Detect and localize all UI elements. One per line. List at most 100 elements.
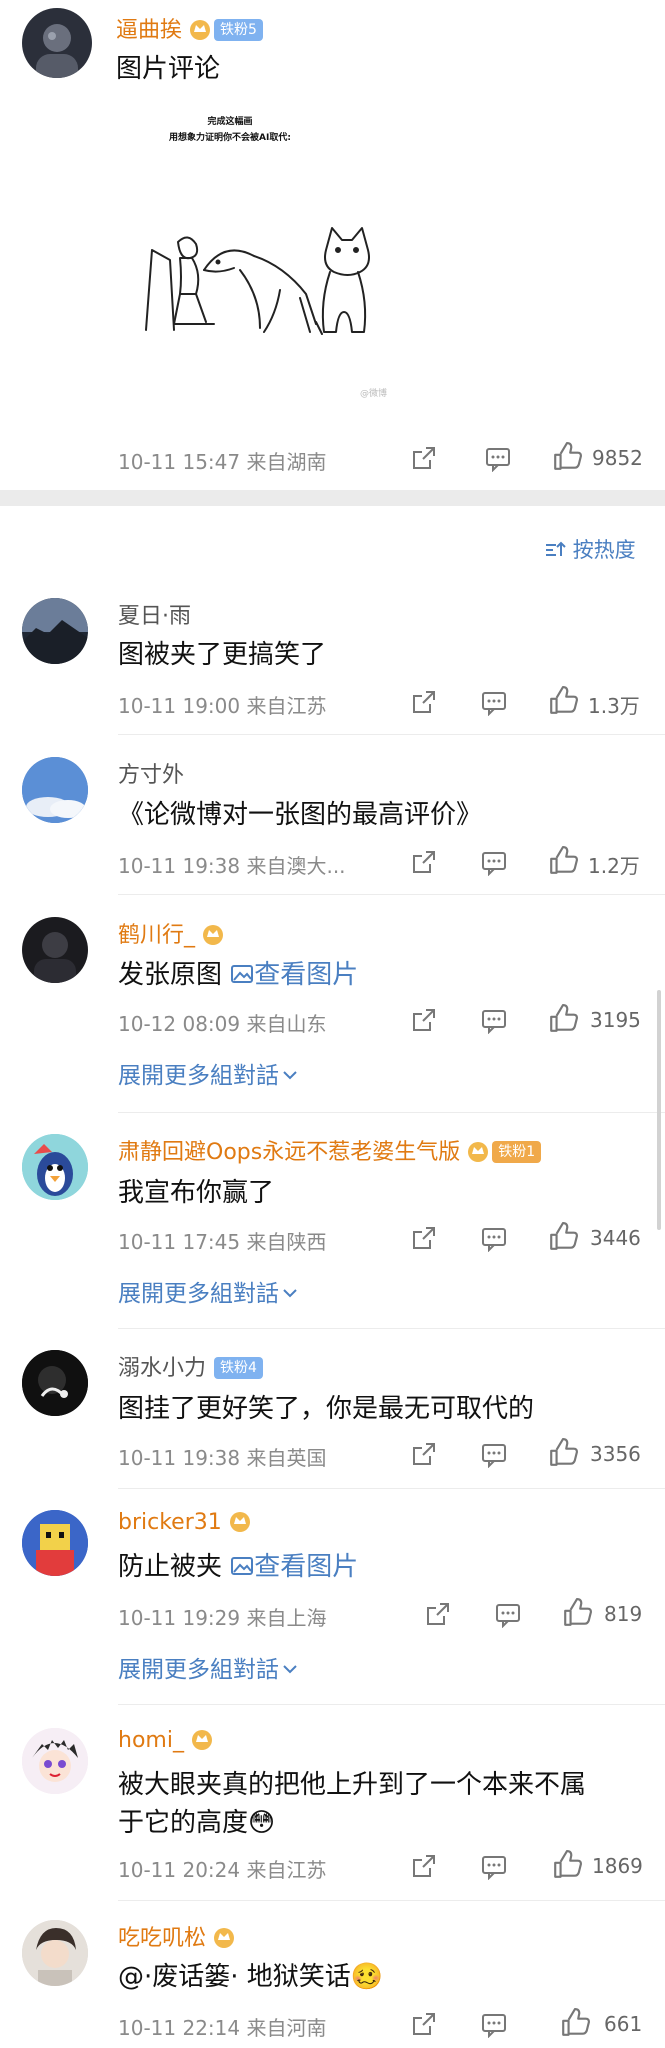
like-icon[interactable]	[548, 1222, 578, 1252]
image-caption-sub: 用想象力证明你不会被AI取代:	[169, 133, 291, 143]
comment-avatar[interactable]	[22, 1134, 88, 1200]
chevron-down-icon	[283, 1071, 297, 1080]
share-icon[interactable]	[410, 2010, 438, 2038]
comment-avatar[interactable]	[22, 1920, 88, 1986]
comment-username[interactable]: 溺水小力 铁粉4	[118, 1350, 263, 1382]
scrollbar[interactable]	[657, 990, 661, 1230]
like-icon[interactable]	[548, 686, 578, 716]
share-icon[interactable]	[410, 1440, 438, 1468]
expand-conversation-link[interactable]: 展開更多組對話	[118, 1274, 299, 1308]
comment-avatar[interactable]	[22, 1728, 88, 1794]
comment-text-body: 发张原图	[118, 960, 223, 990]
crown-icon	[228, 1510, 252, 1532]
comment-username[interactable]: 肃静回避Oops永远不惹老婆生气版 铁粉1	[118, 1134, 542, 1166]
comment-username[interactable]: 鹤川行_	[118, 917, 225, 949]
comment-text-line2: 于它的高度😳	[118, 1808, 276, 1838]
comment-divider	[118, 1704, 665, 1705]
comment-icon[interactable]	[480, 1440, 508, 1468]
comment-username[interactable]: 夏日·雨	[118, 598, 191, 630]
comment-avatar[interactable]	[22, 598, 88, 664]
comment-username[interactable]: bricker31	[118, 1510, 252, 1535]
post-author-name[interactable]: 逼曲挨 铁粉5	[116, 12, 263, 44]
expand-label[interactable]: 展開更多組對話	[118, 1281, 279, 1307]
comment-meta: 10-11 22:14 来自河南	[118, 2016, 327, 2040]
fan-badge: 铁粉1	[492, 1141, 542, 1163]
like-count: 3446	[590, 1226, 641, 1250]
like-icon[interactable]	[552, 442, 582, 472]
like-icon[interactable]	[562, 1598, 592, 1628]
comment-text-body: 防止被夹	[118, 1552, 223, 1582]
original-post: 逼曲挨 铁粉5 图片评论 完成这幅画 用想象力证明你不会被AI取代: @微博 1…	[0, 0, 665, 490]
crown-icon	[466, 1140, 490, 1162]
comment-icon[interactable]	[480, 1224, 508, 1252]
comment-divider	[118, 1900, 665, 1901]
like-count: 1.2万	[588, 854, 640, 878]
like-icon[interactable]	[552, 1850, 582, 1880]
expand-label[interactable]: 展開更多組對話	[118, 1063, 279, 1089]
comment-avatar[interactable]	[22, 1510, 88, 1576]
share-icon[interactable]	[410, 848, 438, 876]
view-image-label[interactable]: 查看图片	[254, 960, 358, 990]
comment-username[interactable]: 方寸外	[118, 757, 184, 789]
share-icon[interactable]	[410, 688, 438, 716]
comment-divider	[118, 1488, 665, 1489]
view-image-link[interactable]: 查看图片	[230, 1552, 358, 1582]
like-count: 3356	[590, 1442, 641, 1466]
like-count: 661	[604, 2012, 643, 2036]
comment-username-text[interactable]: bricker31	[118, 1510, 222, 1535]
comment-meta: 10-11 17:45 来自陕西	[118, 1230, 327, 1254]
like-icon[interactable]	[548, 1004, 578, 1034]
share-icon[interactable]	[410, 1224, 438, 1252]
share-icon[interactable]	[410, 1006, 438, 1034]
comment-avatar[interactable]	[22, 1350, 88, 1416]
comment-username-text[interactable]: 鹤川行_	[118, 923, 195, 948]
post-image[interactable]: 完成这幅画 用想象力证明你不会被AI取代: @微博	[130, 100, 410, 410]
crown-icon	[212, 1926, 236, 1948]
share-icon[interactable]	[424, 1600, 452, 1628]
post-text: 图片评论	[116, 54, 221, 84]
comment-username-text[interactable]: 肃静回避Oops永远不惹老婆生气版	[118, 1140, 460, 1165]
share-icon[interactable]	[410, 1852, 438, 1880]
comment-icon[interactable]	[484, 444, 512, 472]
post-author-name-text[interactable]: 逼曲挨	[116, 18, 182, 43]
comment-username-text[interactable]: 溺水小力	[118, 1356, 206, 1381]
crown-icon	[190, 1728, 214, 1750]
fan-badge: 铁粉5	[214, 19, 263, 41]
comment-text: 图挂了更好笑了，你是最无可取代的	[118, 1394, 535, 1424]
sort-by-heat-button[interactable]: 按热度	[544, 534, 636, 564]
expand-conversation-link[interactable]: 展開更多組對話	[118, 1056, 299, 1090]
comment-icon[interactable]	[494, 1600, 522, 1628]
expand-conversation-link[interactable]: 展開更多組對話	[118, 1650, 299, 1684]
image-icon	[231, 965, 254, 983]
like-icon[interactable]	[548, 1438, 578, 1468]
comment-icon[interactable]	[480, 1006, 508, 1034]
image-caption-title: 完成这幅画	[207, 117, 253, 127]
comment-icon[interactable]	[480, 688, 508, 716]
post-like-count: 9852	[592, 446, 643, 470]
comment-icon[interactable]	[480, 2010, 508, 2038]
comment-text: 被大眼夹真的把他上升到了一个本来不属	[118, 1770, 587, 1800]
chevron-down-icon	[283, 1289, 297, 1298]
like-icon[interactable]	[548, 846, 578, 876]
comment-meta: 10-11 20:24 来自江苏	[118, 1858, 327, 1882]
comment-username[interactable]: 吃吃叽松	[118, 1920, 236, 1952]
view-image-link[interactable]: 查看图片	[230, 960, 358, 990]
comment-meta: 10-11 19:38 来自英国	[118, 1446, 327, 1470]
comment-icon[interactable]	[480, 848, 508, 876]
sort-label[interactable]: 按热度	[573, 538, 636, 562]
comment-avatar[interactable]	[22, 917, 88, 983]
comment-username[interactable]: homi_	[118, 1728, 214, 1753]
comment-username-text[interactable]: 吃吃叽松	[118, 1926, 206, 1951]
expand-label[interactable]: 展開更多組對話	[118, 1657, 279, 1683]
section-divider	[0, 490, 665, 506]
comment-icon[interactable]	[480, 1852, 508, 1880]
like-icon[interactable]	[560, 2008, 590, 2038]
sketch-drawing	[145, 227, 370, 335]
comment-avatar[interactable]	[22, 757, 88, 823]
post-author-avatar[interactable]	[22, 8, 92, 78]
view-image-label[interactable]: 查看图片	[254, 1552, 358, 1582]
comment-username-text[interactable]: homi_	[118, 1728, 184, 1753]
like-count: 1.3万	[588, 694, 640, 718]
share-icon[interactable]	[410, 444, 438, 472]
comment-meta: 10-11 19:29 来自上海	[118, 1606, 327, 1630]
